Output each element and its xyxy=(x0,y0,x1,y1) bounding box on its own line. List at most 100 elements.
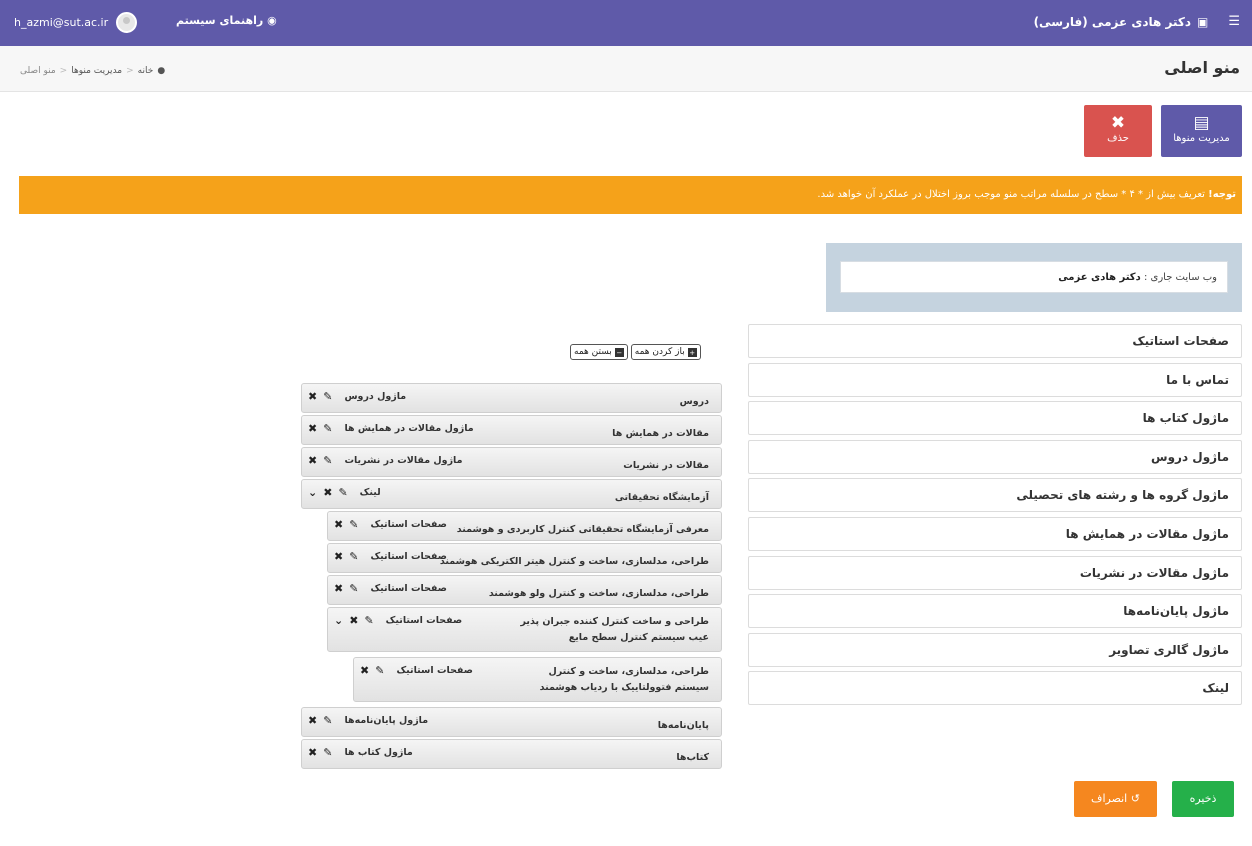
close-icon[interactable]: ✖ xyxy=(334,518,343,531)
home-icon: ● xyxy=(157,66,166,76)
menu-tree-item[interactable]: طراحی، مدلسازی، ساخت و کنترل سیستم فتوول… xyxy=(353,657,722,702)
menu-icon[interactable]: ☰ xyxy=(1228,14,1240,29)
menu-tree-item[interactable]: مقالات در همایش ها ماژول مقالات در همایش… xyxy=(301,415,722,445)
pencil-icon[interactable]: ✎ xyxy=(349,582,358,595)
delete-button[interactable]: ✖ حذف xyxy=(1084,105,1152,157)
pencil-icon[interactable]: ✎ xyxy=(323,422,332,435)
globe-icon: ◉ xyxy=(267,14,277,27)
module-item[interactable]: لینک xyxy=(748,671,1242,706)
menu-item-actions: صفحات استاتیک ✎ ✖ xyxy=(334,550,447,563)
module-item[interactable]: ماژول دروس xyxy=(748,439,1242,474)
collapse-all-label: بستن همه xyxy=(574,347,612,357)
user-menu[interactable]: h_azmi@sut.ac.ir xyxy=(14,12,138,33)
chevron-down-icon[interactable]: ⌄ xyxy=(308,486,317,499)
module-item[interactable]: ماژول مقالات در همایش ها xyxy=(748,516,1242,551)
menu-item-actions: ماژول کتاب ها ✎ ✖ xyxy=(308,746,413,759)
menu-tree-item[interactable]: دروس ماژول دروس ✎ ✖ xyxy=(301,383,722,413)
pencil-icon[interactable]: ✎ xyxy=(323,714,332,727)
page-title: منو اصلی xyxy=(1164,58,1240,77)
alert-text: تعریف بیش از * ۴ * سطح در سلسله مراتب من… xyxy=(817,189,1205,200)
menu-tree-item[interactable]: پایان‌نامه‌ها ماژول پایان‌نامه‌ها ✎ ✖ xyxy=(301,707,722,737)
close-icon[interactable]: ✖ xyxy=(323,486,332,499)
module-item[interactable]: ماژول گروه ها و رشته های تحصیلی xyxy=(748,478,1242,513)
module-item[interactable]: ماژول گالری تصاویر xyxy=(748,632,1242,667)
module-item[interactable]: ماژول کتاب ها xyxy=(748,401,1242,436)
pencil-icon[interactable]: ✎ xyxy=(375,664,384,677)
menu-item-title: طراحی، مدلسازی، ساخت و کنترل سیستم فتوول… xyxy=(539,666,709,693)
site-title[interactable]: دکتر هادی عزمی (فارسی) xyxy=(1034,15,1191,29)
page-header: منو اصلی ● خانه < مدیریت منوها < منو اصل… xyxy=(0,46,1252,92)
menu-item-actions: ماژول مقالات در همایش ها ✎ ✖ xyxy=(308,422,474,435)
user-email: h_azmi@sut.ac.ir xyxy=(14,16,109,29)
close-icon[interactable]: ✖ xyxy=(349,614,358,627)
pencil-icon[interactable]: ✎ xyxy=(323,390,332,403)
menu-tree-item[interactable]: طراحی، مدلسازی، ساخت و کنترل ولو هوشمند … xyxy=(327,575,722,605)
current-website-field: وب سایت جاری : دکتر هادی عزمی xyxy=(840,261,1228,293)
manage-menus-button[interactable]: ▤ مدیریت منوها xyxy=(1161,105,1242,157)
list-icon: ▤ xyxy=(1193,113,1210,133)
menu-item-title: پایان‌نامه‌ها xyxy=(657,720,709,731)
pencil-icon[interactable]: ✎ xyxy=(323,454,332,467)
expand-all-button[interactable]: + باز کردن همه xyxy=(630,344,701,360)
cancel-button[interactable]: ↺ انصراف xyxy=(1074,781,1157,817)
close-icon[interactable]: ✖ xyxy=(308,454,317,467)
module-item[interactable]: صفحات استاتیک xyxy=(748,324,1242,358)
menu-item-type: ماژول مقالات در همایش ها xyxy=(344,423,474,434)
pencil-icon[interactable]: ✎ xyxy=(338,486,347,499)
menu-tree-item[interactable]: آزمایشگاه تحقیقاتی لینک ✎ ✖ ⌄ xyxy=(301,479,722,509)
save-button[interactable]: ذخیره xyxy=(1172,781,1234,817)
manage-menus-label: مدیریت منوها xyxy=(1173,133,1230,144)
help-link[interactable]: ◉ راهنمای سیستم xyxy=(176,14,277,27)
menu-tree-item[interactable]: طراحی، مدلسازی، ساخت و کنترل هیتر الکتری… xyxy=(327,543,722,573)
close-icon[interactable]: ✖ xyxy=(308,714,317,727)
pencil-icon[interactable]: ✎ xyxy=(349,518,358,531)
site-switcher[interactable]: ☰ ▣ دکتر هادی عزمی (فارسی) xyxy=(1034,14,1240,29)
menu-tree-item[interactable]: کتاب‌ها ماژول کتاب ها ✎ ✖ xyxy=(301,739,722,769)
pencil-icon[interactable]: ✎ xyxy=(364,614,373,627)
close-icon[interactable]: ✖ xyxy=(360,664,369,677)
menu-item-type: صفحات استاتیک xyxy=(370,583,447,594)
current-website-label: وب سایت جاری : xyxy=(1143,272,1217,283)
top-navbar: ☰ ▣ دکتر هادی عزمی (فارسی) ◉ راهنمای سیس… xyxy=(0,0,1252,46)
collapse-icon: − xyxy=(614,347,624,357)
module-list: صفحات استاتیک تماس با ما ماژول کتاب ها م… xyxy=(748,324,1242,710)
breadcrumb-home[interactable]: خانه xyxy=(138,66,154,76)
close-icon[interactable]: ✖ xyxy=(308,746,317,759)
current-website-panel: وب سایت جاری : دکتر هادی عزمی xyxy=(826,243,1242,312)
collapse-all-button[interactable]: − بستن همه xyxy=(570,344,628,360)
alert-strong: توجه! xyxy=(1208,189,1236,200)
menu-item-type: ماژول مقالات در نشریات xyxy=(344,455,463,466)
menu-item-actions: لینک ✎ ✖ ⌄ xyxy=(308,486,381,499)
menu-item-actions: صفحات استاتیک ✎ ✖ xyxy=(334,518,447,531)
breadcrumb-separator: < xyxy=(126,66,134,76)
help-label: راهنمای سیستم xyxy=(176,14,264,27)
pencil-icon[interactable]: ✎ xyxy=(323,746,332,759)
menu-item-type: لینک xyxy=(359,487,381,498)
menu-item-title: طراحی و ساخت کنترل کننده جبران پذیر عیب … xyxy=(520,616,709,643)
menu-item-title: طراحی، مدلسازی، ساخت و کنترل ولو هوشمند xyxy=(488,588,709,599)
module-item[interactable]: تماس با ما xyxy=(748,362,1242,397)
warning-alert: توجه! تعریف بیش از * ۴ * سطح در سلسله مر… xyxy=(19,176,1242,214)
avatar[interactable] xyxy=(116,12,138,33)
close-icon[interactable]: ✖ xyxy=(334,582,343,595)
close-icon[interactable]: ✖ xyxy=(308,390,317,403)
menu-item-title: مقالات در نشریات xyxy=(623,460,709,471)
current-website-value: دکتر هادی عزمی xyxy=(1058,272,1141,283)
close-icon: ✖ xyxy=(1110,113,1126,133)
chevron-down-icon[interactable]: ⌄ xyxy=(334,614,343,627)
module-item[interactable]: ماژول پایان‌نامه‌ها xyxy=(748,594,1242,629)
menu-item-type: صفحات استاتیک xyxy=(370,551,447,562)
breadcrumb-menus[interactable]: مدیریت منوها xyxy=(71,66,122,76)
menu-item-actions: صفحات استاتیک ✎ ✖ xyxy=(360,664,473,677)
menu-item-title: مقالات در همایش ها xyxy=(612,428,709,439)
menu-item-type: صفحات استاتیک xyxy=(396,665,473,676)
close-icon[interactable]: ✖ xyxy=(334,550,343,563)
pencil-icon[interactable]: ✎ xyxy=(349,550,358,563)
menu-item-actions: ماژول پایان‌نامه‌ها ✎ ✖ xyxy=(308,714,428,727)
close-icon[interactable]: ✖ xyxy=(308,422,317,435)
menu-tree-item[interactable]: معرفی آزمایشگاه تحقیقاتی کنترل کاربردی و… xyxy=(327,511,722,541)
menu-tree-item[interactable]: مقالات در نشریات ماژول مقالات در نشریات … xyxy=(301,447,722,477)
module-item[interactable]: ماژول مقالات در نشریات xyxy=(748,555,1242,590)
menu-item-type: صفحات استاتیک xyxy=(385,615,463,626)
menu-tree-item[interactable]: طراحی و ساخت کنترل کننده جبران پذیر عیب … xyxy=(327,607,722,652)
